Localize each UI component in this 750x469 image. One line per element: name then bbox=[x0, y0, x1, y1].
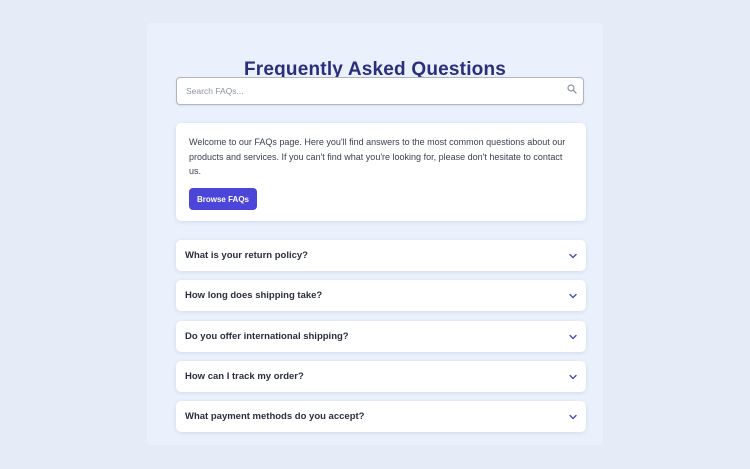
faq-question: Do you offer international shipping? bbox=[185, 331, 349, 342]
faq-question: What is your return policy? bbox=[185, 250, 308, 261]
search-input[interactable] bbox=[186, 78, 556, 104]
faq-item-track-order[interactable]: How can I track my order? bbox=[176, 361, 586, 392]
search-box[interactable] bbox=[176, 77, 584, 105]
faq-item-international-shipping[interactable]: Do you offer international shipping? bbox=[176, 321, 586, 352]
chevron-down-icon[interactable] bbox=[568, 291, 578, 301]
intro-card: Welcome to our FAQs page. Here you'll fi… bbox=[176, 123, 586, 221]
faq-item-payment-methods[interactable]: What payment methods do you accept? bbox=[176, 401, 586, 432]
chevron-down-icon[interactable] bbox=[568, 412, 578, 422]
chevron-down-icon[interactable] bbox=[568, 372, 578, 382]
faq-item-return-policy[interactable]: What is your return policy? bbox=[176, 240, 586, 271]
faq-panel: Frequently Asked Questions Welcome to ou… bbox=[147, 23, 603, 445]
faq-question: What payment methods do you accept? bbox=[185, 411, 365, 422]
browse-faqs-button[interactable]: Browse FAQs bbox=[189, 188, 257, 210]
search-icon[interactable] bbox=[567, 84, 577, 94]
faq-question: How can I track my order? bbox=[185, 371, 304, 382]
faq-item-shipping-time[interactable]: How long does shipping take? bbox=[176, 280, 586, 311]
chevron-down-icon[interactable] bbox=[568, 332, 578, 342]
intro-text: Welcome to our FAQs page. Here you'll fi… bbox=[189, 137, 566, 176]
faq-question: How long does shipping take? bbox=[185, 290, 323, 301]
chevron-down-icon[interactable] bbox=[568, 251, 578, 261]
